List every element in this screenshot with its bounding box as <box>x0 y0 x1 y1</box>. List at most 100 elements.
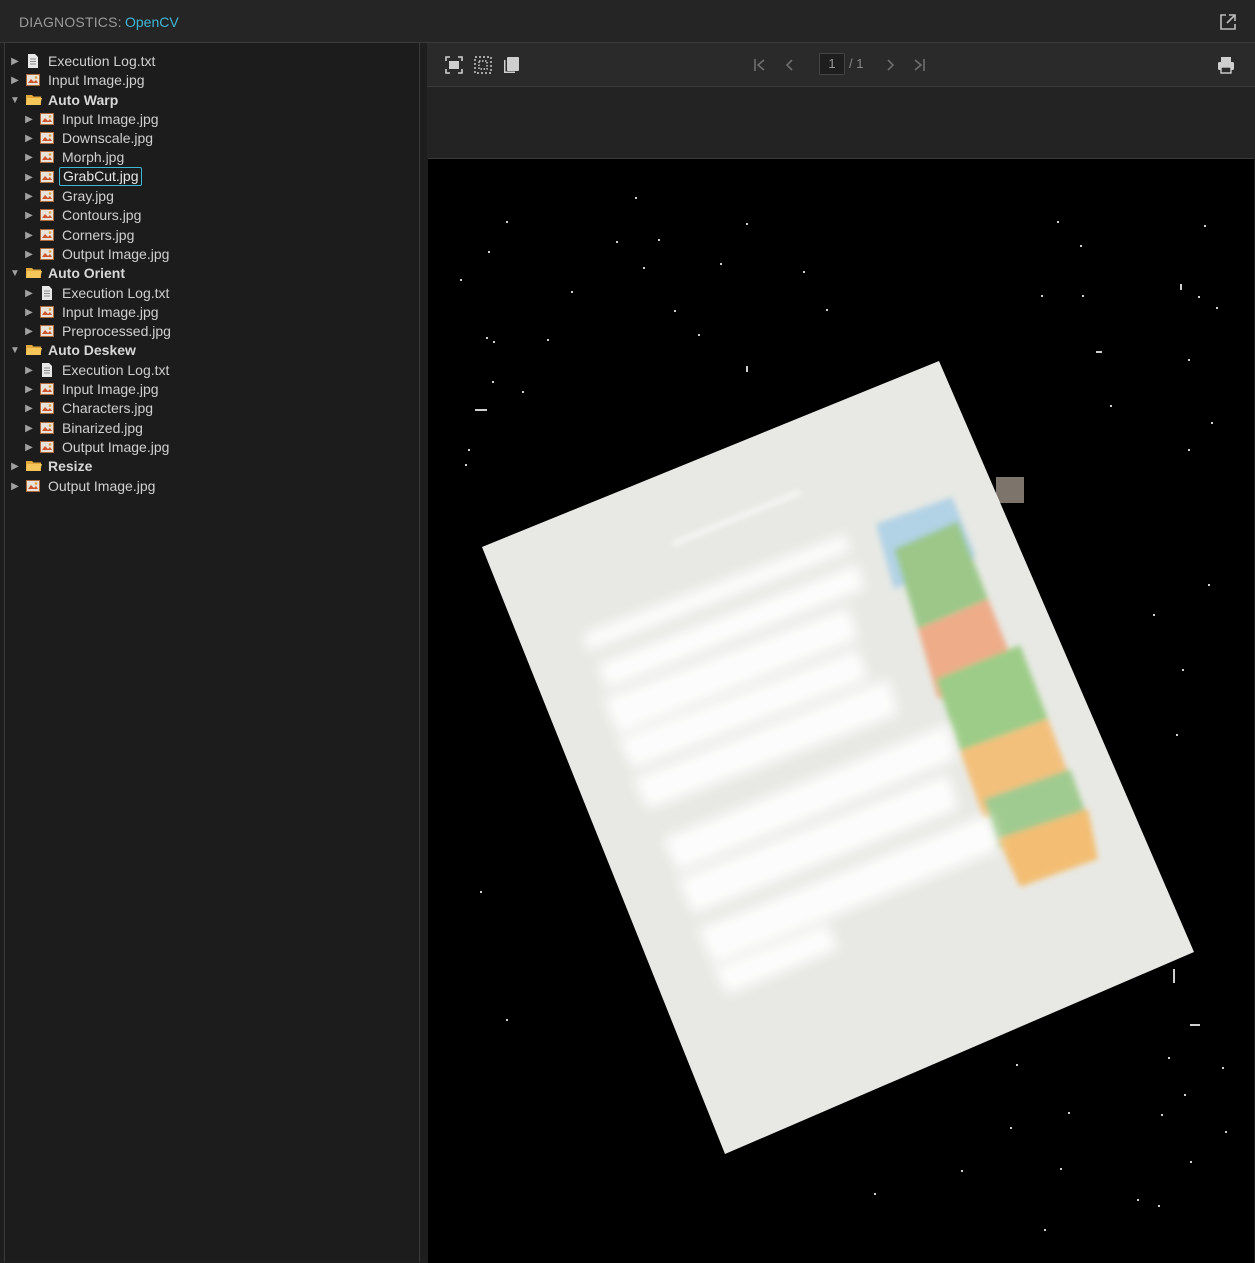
tree-item-label[interactable]: Resize <box>45 457 95 476</box>
folder-open-icon <box>26 459 42 473</box>
page-number-input[interactable]: 1 <box>819 53 845 75</box>
tree-item-label[interactable]: Corners.jpg <box>59 226 137 245</box>
engine-name: OpenCV <box>125 14 179 30</box>
expand-right-icon[interactable]: ▶ <box>23 303 35 322</box>
tree-item-label[interactable]: Execution Log.txt <box>59 284 172 303</box>
last-page-icon[interactable] <box>911 56 927 74</box>
tree-item-label[interactable]: Output Image.jpg <box>59 438 172 457</box>
actual-size-icon[interactable] <box>473 55 493 75</box>
image-file-icon <box>40 208 54 222</box>
expand-down-icon[interactable]: ▼ <box>9 341 21 360</box>
tree-item-label[interactable]: Contours.jpg <box>59 206 144 225</box>
image-file-icon <box>40 421 54 435</box>
image-file-icon <box>40 401 54 415</box>
tree-item-label[interactable]: Downscale.jpg <box>59 129 156 148</box>
expand-down-icon[interactable]: ▼ <box>9 264 21 283</box>
image-file-icon <box>40 247 54 261</box>
tree-file-row[interactable]: ▶ Input Image.jpg <box>5 380 419 399</box>
tree-item-label[interactable]: Input Image.jpg <box>59 110 162 129</box>
expand-right-icon[interactable]: ▶ <box>23 284 35 303</box>
next-page-icon[interactable] <box>882 56 898 74</box>
viewer-toolbar: 1 / 1 <box>427 43 1255 87</box>
tree-file-row[interactable]: ▶ Input Image.jpg <box>5 303 419 322</box>
tree-item-label[interactable]: Execution Log.txt <box>45 52 158 71</box>
expand-right-icon[interactable]: ▶ <box>23 168 35 187</box>
tree-file-row[interactable]: ▶ Downscale.jpg <box>5 129 419 148</box>
diagnostics-tree: ▶ Execution Log.txt ▶ Input Image.jpg ▼ Auto … <box>4 43 420 1262</box>
tree-file-row[interactable]: ▶ Contours.jpg <box>5 206 419 225</box>
tree-file-row[interactable]: ▶ Input Image.jpg <box>5 110 419 129</box>
tree-file-row[interactable]: ▶ Execution Log.txt <box>5 361 419 380</box>
external-link-icon[interactable] <box>1218 12 1238 32</box>
expand-right-icon[interactable]: ▶ <box>23 206 35 225</box>
tree-item-label[interactable]: Execution Log.txt <box>59 361 172 380</box>
image-file-icon <box>40 150 54 164</box>
tree-file-row[interactable]: ▶ GrabCut.jpg <box>5 166 419 187</box>
image-file-icon <box>40 440 54 454</box>
expand-right-icon[interactable]: ▶ <box>23 322 35 341</box>
tree-file-row[interactable]: ▶ Output Image.jpg <box>5 438 419 457</box>
tree-item-label[interactable]: Morph.jpg <box>59 148 127 167</box>
image-viewer: 1 / 1 <box>427 43 1255 1263</box>
expand-right-icon[interactable]: ▶ <box>23 226 35 245</box>
expand-right-icon[interactable]: ▶ <box>23 399 35 418</box>
folder-open-icon <box>26 343 42 357</box>
tree-file-row[interactable]: ▶ Gray.jpg <box>5 187 419 206</box>
expand-right-icon[interactable]: ▶ <box>23 438 35 457</box>
first-page-icon[interactable] <box>752 56 768 74</box>
image-file-icon <box>40 382 54 396</box>
image-file-icon <box>40 189 54 203</box>
folder-open-icon <box>26 266 42 280</box>
tree-file-row[interactable]: ▶ Characters.jpg <box>5 399 419 418</box>
expand-right-icon[interactable]: ▶ <box>23 245 35 264</box>
tree-folder-row[interactable]: ▶ Resize <box>5 457 419 476</box>
tree-item-label[interactable]: Characters.jpg <box>59 399 156 418</box>
fit-to-window-icon[interactable] <box>444 55 464 75</box>
printer-icon[interactable] <box>1216 55 1236 75</box>
tree-file-row[interactable]: ▶ Morph.jpg <box>5 148 419 167</box>
tree-file-row[interactable]: ▶ Corners.jpg <box>5 226 419 245</box>
previous-page-icon[interactable] <box>782 56 798 74</box>
image-file-icon <box>40 305 54 319</box>
expand-right-icon[interactable]: ▶ <box>9 52 21 71</box>
tree-item-label[interactable]: Auto Deskew <box>45 341 139 360</box>
image-file-icon <box>40 112 54 126</box>
tree-file-row[interactable]: ▶ Execution Log.txt <box>5 284 419 303</box>
tree-item-label[interactable]: Output Image.jpg <box>45 477 158 496</box>
tree-item-label[interactable]: Input Image.jpg <box>59 303 162 322</box>
expand-right-icon[interactable]: ▶ <box>23 380 35 399</box>
tree-item-label[interactable]: Output Image.jpg <box>59 245 172 264</box>
expand-right-icon[interactable]: ▶ <box>23 419 35 438</box>
expand-right-icon[interactable]: ▶ <box>23 148 35 167</box>
expand-right-icon[interactable]: ▶ <box>23 129 35 148</box>
tree-item-label[interactable]: Input Image.jpg <box>59 380 162 399</box>
tree-file-row[interactable]: ▶ Execution Log.txt <box>5 52 419 71</box>
tree-file-row[interactable]: ▶ Binarized.jpg <box>5 419 419 438</box>
image-file-icon <box>40 131 54 145</box>
expand-right-icon[interactable]: ▶ <box>9 477 21 496</box>
tree-item-label[interactable]: Input Image.jpg <box>45 71 148 90</box>
expand-right-icon[interactable]: ▶ <box>9 71 21 90</box>
tree-item-label[interactable]: GrabCut.jpg <box>59 166 143 186</box>
tree-item-label[interactable]: Auto Orient <box>45 264 128 283</box>
image-canvas <box>428 158 1254 1263</box>
tree-file-row[interactable]: ▶ Input Image.jpg <box>5 71 419 90</box>
tree-folder-row[interactable]: ▼ Auto Warp <box>5 91 419 110</box>
expand-right-icon[interactable]: ▶ <box>23 110 35 129</box>
viewer-subbar <box>427 87 1255 158</box>
expand-right-icon[interactable]: ▶ <box>23 361 35 380</box>
tree-item-label[interactable]: Auto Warp <box>45 91 121 110</box>
expand-right-icon[interactable]: ▶ <box>23 187 35 206</box>
tree-file-row[interactable]: ▶ Output Image.jpg <box>5 477 419 496</box>
copy-pages-icon[interactable] <box>501 55 521 75</box>
tree-file-row[interactable]: ▶ Preprocessed.jpg <box>5 322 419 341</box>
tree-file-row[interactable]: ▶ Output Image.jpg <box>5 245 419 264</box>
tree-item-label[interactable]: Gray.jpg <box>59 187 117 206</box>
tree-folder-row[interactable]: ▼ Auto Deskew <box>5 341 419 360</box>
diagnostics-header: DIAGNOSTICS: OpenCV <box>0 0 1255 43</box>
tree-folder-row[interactable]: ▼ Auto Orient <box>5 264 419 283</box>
expand-right-icon[interactable]: ▶ <box>9 457 21 476</box>
tree-item-label[interactable]: Preprocessed.jpg <box>59 322 174 341</box>
expand-down-icon[interactable]: ▼ <box>9 91 21 110</box>
tree-item-label[interactable]: Binarized.jpg <box>59 419 146 438</box>
